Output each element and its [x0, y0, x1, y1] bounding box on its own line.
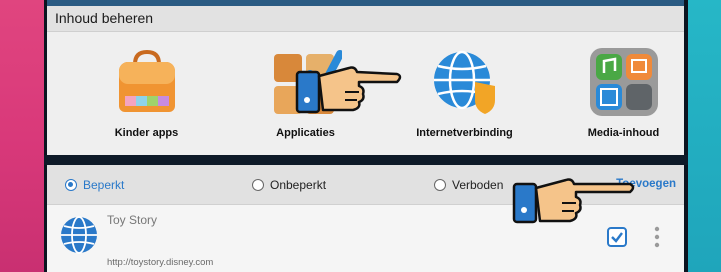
- radio-beperkt[interactable]: Beperkt: [65, 178, 124, 192]
- radio-verboden[interactable]: Verboden: [434, 178, 503, 192]
- radio-empty-icon: [434, 179, 446, 191]
- radio-label: Beperkt: [83, 178, 125, 192]
- website-url: http://toystory.disney.com: [107, 257, 214, 268]
- checkbox-checked-icon[interactable]: [607, 227, 627, 247]
- media-folder-icon: [589, 48, 658, 116]
- window-divider: [44, 155, 688, 165]
- tile-label: Kinder apps: [114, 127, 179, 139]
- globe-shield-icon: [433, 50, 495, 114]
- globe-icon: [61, 216, 97, 254]
- more-options-icon[interactable]: [653, 225, 661, 249]
- tile-media-inhoud[interactable]: Media-inhoud: [544, 32, 703, 155]
- radio-label: Onbeperkt: [270, 178, 327, 192]
- pointing-hand-icon: [295, 66, 402, 114]
- website-name: Toy Story: [107, 213, 158, 227]
- left-pink-band: [0, 0, 44, 272]
- manage-content-header: Inhoud beheren: [47, 6, 684, 32]
- tile-label: Internetverbinding: [416, 127, 513, 139]
- manage-content-title: Inhoud beheren: [55, 10, 154, 26]
- radio-empty-icon: [252, 179, 264, 191]
- radio-onbeperkt[interactable]: Onbeperkt: [252, 178, 326, 192]
- tile-kinder-apps[interactable]: Kinder apps: [67, 32, 226, 155]
- tile-label: Media-inhoud: [587, 127, 660, 139]
- radio-label: Verboden: [452, 178, 504, 192]
- radio-selected-icon: [65, 179, 77, 191]
- tile-internetverbinding[interactable]: Internetverbinding: [385, 32, 544, 155]
- tile-label: Applicaties: [276, 127, 335, 139]
- shopping-bag-icon: [118, 49, 175, 112]
- pointing-hand-icon: [512, 178, 635, 224]
